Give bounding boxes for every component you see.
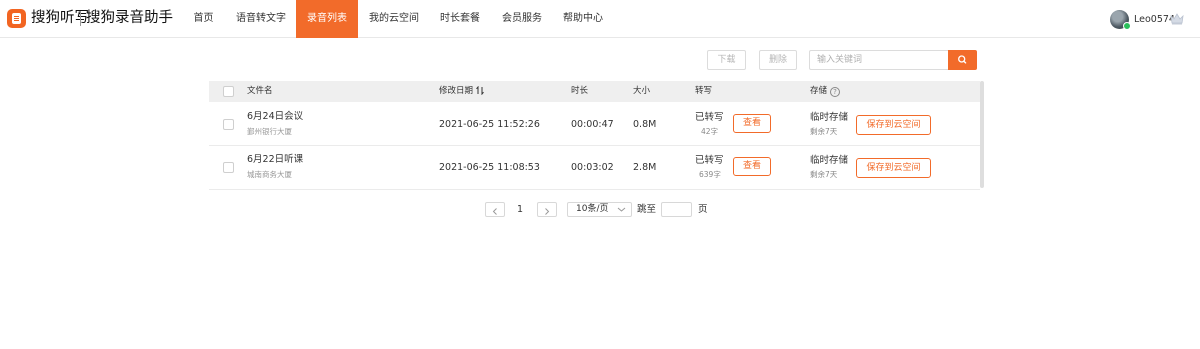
- nav-item-cloud-space[interactable]: 我的云空间: [364, 0, 424, 38]
- page-size-select[interactable]: 10条/页: [567, 202, 632, 217]
- duration: 00:03:02: [571, 162, 614, 173]
- transcribe-status: 已转写: [695, 155, 724, 166]
- storage-remaining: 剩余7天: [810, 170, 838, 179]
- nav-item-recording-list[interactable]: 录音列表: [296, 0, 358, 38]
- column-modified-date[interactable]: 修改日期: [439, 81, 484, 102]
- word-count: 639字: [699, 170, 721, 179]
- table-row[interactable]: 6月24日会议 鄞州银行大厦 2021-06-25 11:52:26 00:00…: [209, 102, 980, 146]
- nav-item-membership[interactable]: 会员服务: [497, 0, 547, 38]
- row-checkbox[interactable]: [223, 119, 234, 130]
- search-button[interactable]: [948, 50, 977, 70]
- select-all-checkbox[interactable]: [223, 86, 234, 97]
- column-duration: 时长: [571, 86, 589, 96]
- table-header: 文件名 修改日期 时长 大小 转写 存储?: [209, 81, 980, 102]
- table-scrollbar[interactable]: [980, 81, 984, 188]
- online-status-icon: [1123, 22, 1131, 30]
- view-button[interactable]: 查看: [733, 114, 771, 133]
- nav-item-speech-to-text[interactable]: 语音转文字: [230, 0, 292, 38]
- search-icon: [958, 55, 967, 64]
- duration: 00:00:47: [571, 119, 614, 130]
- column-filename: 文件名: [247, 86, 273, 96]
- nav-item-time-packages[interactable]: 时长套餐: [435, 0, 485, 38]
- modified-date: 2021-06-25 11:52:26: [439, 119, 540, 130]
- transcribe-status: 已转写: [695, 112, 724, 123]
- row-checkbox[interactable]: [223, 162, 234, 173]
- word-count: 42字: [701, 127, 719, 136]
- delete-button[interactable]: 删除: [759, 50, 797, 70]
- chevron-right-icon: [545, 208, 550, 215]
- sort-icon[interactable]: [476, 86, 484, 95]
- vip-crown-icon[interactable]: [1170, 12, 1184, 25]
- jump-label: 跳至: [637, 204, 657, 215]
- column-modified-label: 修改日期: [439, 86, 474, 96]
- nav-item-help-center[interactable]: 帮助中心: [558, 0, 608, 38]
- chevron-down-icon: [617, 207, 626, 212]
- storage-type: 临时存储: [810, 112, 849, 123]
- column-transcribe: 转写: [695, 86, 713, 96]
- current-page[interactable]: 1: [517, 203, 523, 216]
- save-to-cloud-button[interactable]: 保存到云空间: [856, 115, 931, 135]
- file-name[interactable]: 6月22日听课: [247, 154, 303, 166]
- app-logo-icon[interactable]: [7, 9, 26, 28]
- file-location: 城南商务大厦: [247, 170, 292, 179]
- storage-type: 临时存储: [810, 155, 849, 166]
- table-row[interactable]: 6月22日听课 城南商务大厦 2021-06-25 11:08:53 00:03…: [209, 146, 980, 190]
- brand-divider: [80, 11, 81, 26]
- column-storage: 存储?: [810, 81, 841, 102]
- user-name[interactable]: Leo0574: [1134, 13, 1175, 27]
- save-to-cloud-button[interactable]: 保存到云空间: [856, 158, 931, 178]
- storage-remaining: 剩余7天: [810, 127, 838, 136]
- jump-page-input[interactable]: [661, 202, 692, 217]
- page-size-value: 10条/页: [576, 204, 609, 214]
- file-size: 2.8M: [633, 162, 657, 173]
- column-size: 大小: [633, 86, 651, 96]
- file-size: 0.8M: [633, 119, 657, 130]
- file-name[interactable]: 6月24日会议: [247, 111, 303, 123]
- help-icon[interactable]: ?: [830, 87, 841, 97]
- page-unit-label: 页: [698, 204, 708, 215]
- chevron-left-icon: [492, 208, 497, 215]
- view-button[interactable]: 查看: [733, 157, 771, 176]
- file-location: 鄞州银行大厦: [247, 127, 292, 136]
- next-page-button[interactable]: [537, 202, 557, 217]
- column-storage-label: 存储: [810, 86, 828, 96]
- prev-page-button[interactable]: [485, 202, 505, 217]
- search-input[interactable]: [809, 50, 948, 70]
- top-nav-bar: 搜狗听写 搜狗录音助手 首页 语音转文字 录音列表 我的云空间 时长套餐 会员服…: [0, 0, 1200, 38]
- nav-item-home[interactable]: 首页: [185, 0, 222, 38]
- download-button[interactable]: 下载: [707, 50, 746, 70]
- product-name: 搜狗录音助手: [86, 10, 173, 26]
- modified-date: 2021-06-25 11:08:53: [439, 162, 540, 173]
